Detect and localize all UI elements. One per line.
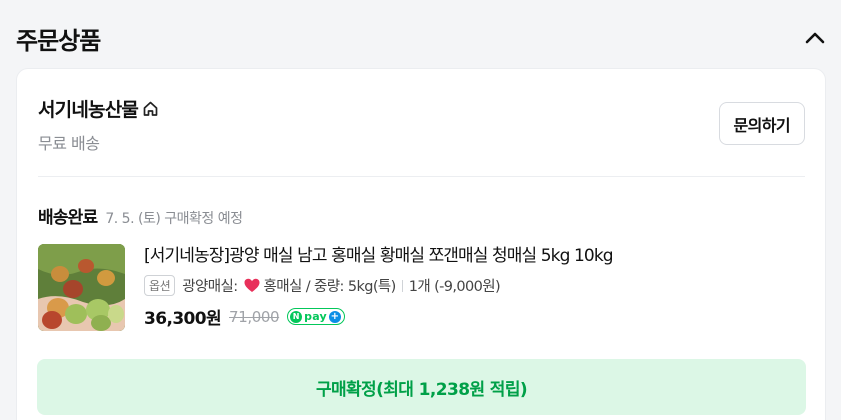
price: 36,300원 (144, 309, 222, 329)
order-items-header: 주문상품 (16, 18, 829, 58)
seller-link[interactable]: 서기네농산물 (38, 95, 805, 122)
heart-icon (244, 278, 260, 292)
seller-name: 서기네농산물 (38, 99, 139, 121)
status-detail: 7. 5. (토) 구매확정 예정 (105, 211, 243, 227)
option-value: 홍매실 / 중량: 5kg(특) (263, 279, 397, 295)
npay-text: pay (304, 310, 327, 323)
product-options: 옵션 광양매실: 홍매실 / 중량: 5kg(특) 1개 (-9,000원) (144, 275, 805, 296)
collapse-button[interactable] (801, 24, 829, 52)
plus-icon: + (328, 310, 341, 323)
status-label: 배송완료 (38, 208, 98, 228)
naver-n-icon: N (290, 310, 303, 323)
chevron-up-icon (805, 32, 825, 44)
delivery-status: 배송완료 7. 5. (토) 구매확정 예정 (38, 203, 243, 228)
price-line: 36,300원 71,000 N pay + (144, 304, 805, 329)
divider (38, 176, 805, 177)
option-chip: 옵션 (144, 275, 176, 296)
shipping-fee-text: 무료 배송 (38, 134, 100, 153)
option-prefix: 광양매실: (182, 279, 238, 295)
separator (401, 279, 403, 292)
section-title: 주문상품 (16, 26, 101, 55)
product-title[interactable]: [서기네농장]광양 매실 남고 홍매실 황매실 쪼갠매실 청매실 5kg 10k… (144, 243, 805, 269)
purchase-confirm-button[interactable]: 구매확정(최대 1,238원 적립) (37, 359, 806, 415)
product-thumbnail[interactable] (38, 244, 125, 331)
product-item[interactable]: [서기네농장]광양 매실 남고 홍매실 황매실 쪼갠매실 청매실 5kg 10k… (38, 243, 805, 331)
npay-plus-badge: N pay + (287, 308, 345, 325)
quantity: 1개 (-9,000원) (408, 279, 501, 295)
home-icon (143, 101, 158, 116)
original-price: 71,000 (229, 307, 280, 326)
order-card: 서기네농산물 무료 배송 문의하기 배송완료 7. 5. (토) 구매확정 예정 (16, 68, 826, 420)
seller-info: 서기네농산물 무료 배송 문의하기 (38, 95, 805, 153)
product-info: [서기네농장]광양 매실 남고 홍매실 황매실 쪼갠매실 청매실 5kg 10k… (144, 243, 805, 329)
inquiry-button[interactable]: 문의하기 (718, 102, 805, 145)
